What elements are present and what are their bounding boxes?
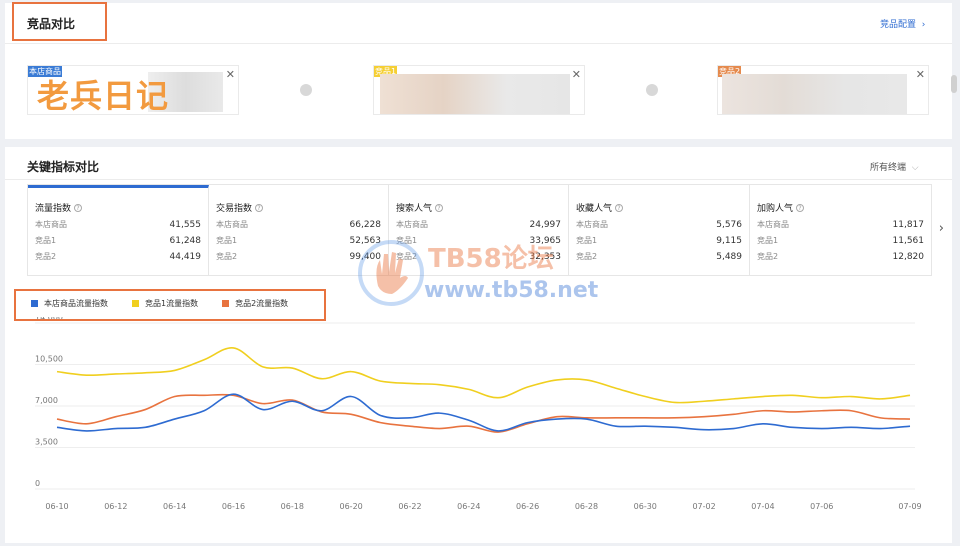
row-value: 24,997	[529, 220, 562, 230]
series-line	[56, 393, 911, 432]
y-tick-label: 3,500	[35, 438, 58, 447]
compare-card: 竞品对比 竞品配置 › 本店商品 ✕ 老兵日记 竞品1 ✕ 竞品2 ✕	[5, 3, 952, 139]
tab-title: 搜索人气	[396, 204, 433, 214]
x-tick-label: 06-22	[398, 502, 421, 511]
slot-competitor-2[interactable]: 竞品2 ✕	[717, 65, 929, 115]
traffic-line-chart[interactable]: 03,5007,00010,50014,00006-10 06-12 06-14 06…	[5, 317, 952, 543]
watermark-url: www.tb58.net	[424, 278, 599, 303]
tab-title: 交易指数	[216, 204, 253, 214]
metrics-divider	[5, 179, 952, 180]
close-icon[interactable]: ✕	[226, 68, 235, 81]
row-value: 12,820	[892, 252, 925, 262]
help-icon[interactable]: ?	[796, 203, 805, 212]
row-value: 61,248	[169, 236, 202, 246]
title-highlight-box	[12, 2, 107, 41]
x-tick-label: 07-02	[692, 502, 715, 511]
tab-title: 收藏人气	[576, 204, 613, 214]
watermark-text: 老兵日记	[37, 77, 170, 115]
help-icon[interactable]: ?	[255, 203, 264, 212]
metrics-title: 关键指标对比	[27, 160, 100, 174]
row-label: 竞品1	[576, 236, 598, 245]
product-image-blur	[722, 74, 907, 114]
row-label: 本店商品	[216, 220, 248, 229]
chevron-right-icon[interactable]: ›	[939, 221, 944, 236]
row-value: 9,115	[716, 236, 742, 246]
slot-competitor-1[interactable]: 竞品1 ✕	[373, 65, 585, 115]
terminal-filter-dropdown[interactable]: 所有终端 ⌵	[870, 160, 919, 173]
x-tick-label: 07-04	[751, 502, 774, 511]
x-tick-label: 06-14	[163, 502, 186, 511]
close-icon[interactable]: ✕	[916, 68, 925, 81]
tab-traffic-index[interactable]: 流量指数? 本店商品 41,555 竞品1 61,248 竞品2 44,419	[28, 185, 209, 275]
x-tick-label: 06-26	[516, 502, 539, 511]
chevron-down-icon: ⌵	[908, 163, 919, 173]
help-icon[interactable]: ?	[74, 203, 83, 212]
x-tick-label: 06-30	[634, 502, 657, 511]
tab-title: 加购人气	[757, 204, 794, 214]
x-tick-label: 07-06	[810, 502, 833, 511]
row-label: 本店商品	[757, 220, 789, 229]
watermark-brand: TB58论坛	[428, 244, 554, 274]
chevron-right-icon: ›	[918, 20, 926, 30]
row-value: 11,561	[892, 236, 925, 246]
slot-dot	[646, 84, 658, 96]
terminal-filter-value: 所有终端	[870, 163, 907, 173]
row-label: 本店商品	[35, 220, 67, 229]
tab-title: 流量指数	[35, 204, 72, 214]
y-tick-label: 0	[35, 479, 40, 488]
competitor-config-label: 竞品配置	[880, 20, 917, 30]
row-value: 44,419	[169, 252, 202, 262]
help-icon[interactable]: ?	[615, 203, 624, 212]
close-icon[interactable]: ✕	[572, 68, 581, 81]
row-value: 5,576	[716, 220, 742, 230]
x-tick-label: 06-18	[281, 502, 304, 511]
x-tick-label: 06-28	[575, 502, 598, 511]
page-scrollbar[interactable]	[951, 75, 957, 93]
metrics-card: 关键指标对比 所有终端 ⌵ 流量指数? 本店商品 41,555 竞品1 61,248…	[5, 147, 952, 543]
hand-logo-icon	[358, 240, 424, 306]
row-label: 竞品1	[216, 236, 238, 245]
x-tick-label: 06-16	[222, 502, 245, 511]
competitor-config-link[interactable]: 竞品配置 ›	[880, 17, 925, 30]
row-label: 竞品1	[35, 236, 57, 245]
product-image-blur	[380, 74, 570, 114]
y-tick-label: 7,000	[35, 396, 58, 405]
row-value: 5,489	[716, 252, 742, 262]
row-label: 竞品2	[35, 252, 57, 261]
row-value: 41,555	[169, 220, 202, 230]
tab-favorite-popularity[interactable]: 收藏人气? 本店商品 5,576 竞品1 9,115 竞品2 5,489	[569, 185, 750, 275]
x-tick-label: 06-10	[45, 502, 68, 511]
row-label: 竞品2	[757, 252, 779, 261]
tab-cart-popularity[interactable]: 加购人气? 本店商品 11,817 竞品1 11,561 竞品2 12,820	[750, 185, 931, 275]
row-value: 11,817	[892, 220, 925, 230]
help-icon[interactable]: ?	[435, 203, 444, 212]
row-label: 竞品2	[216, 252, 238, 261]
row-label: 本店商品	[576, 220, 608, 229]
x-tick-label: 06-24	[457, 502, 480, 511]
slot-dot	[300, 84, 312, 96]
x-tick-label: 07-09	[898, 502, 921, 511]
row-label: 竞品1	[757, 236, 779, 245]
compare-divider	[5, 43, 952, 44]
x-tick-label: 06-12	[104, 502, 127, 511]
row-value: 66,228	[349, 220, 382, 230]
x-tick-label: 06-20	[340, 502, 363, 511]
y-tick-label: 10,500	[35, 355, 63, 364]
series-line	[56, 347, 911, 404]
row-label: 竞品2	[576, 252, 598, 261]
legend-highlight-box	[14, 289, 326, 321]
row-label: 本店商品	[396, 220, 428, 229]
